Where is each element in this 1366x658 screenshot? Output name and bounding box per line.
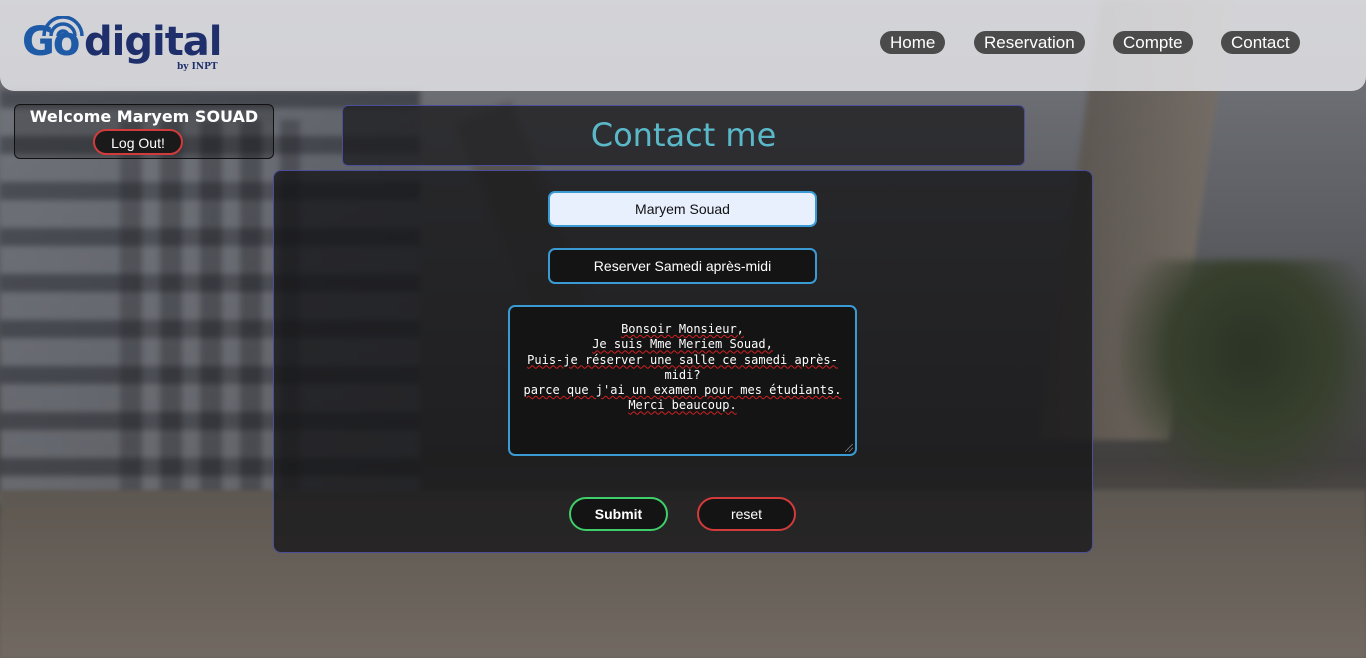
message-textarea[interactable]: Bonsoir Monsieur, Je suis Mme Meriem Sou… — [508, 305, 857, 456]
submit-button[interactable]: Submit — [569, 497, 668, 531]
top-header: Go digital by INPT Home Reservation Comp… — [0, 0, 1366, 91]
page-title-box: Contact me — [342, 105, 1025, 166]
message-line-4-text: midi? — [664, 367, 701, 382]
message-line-2-text: Je suis Mme Meriem Souad, — [592, 337, 773, 352]
message-line-6-text: Merci beaucoup. — [628, 398, 737, 413]
message-line-3-text: Puis-je réserver une salle ce samedi apr… — [527, 352, 838, 367]
nav-compte[interactable]: Compte — [1113, 31, 1193, 54]
subject-input[interactable]: Reserver Samedi après-midi — [548, 248, 817, 284]
nav-reservation[interactable]: Reservation — [974, 31, 1085, 54]
message-line-6: Merci beaucoup. — [520, 398, 845, 413]
logo-by-text: by INPT — [177, 62, 218, 72]
reset-button[interactable]: reset — [697, 497, 796, 531]
message-line-5: parce que j'ai un examen pour mes étudia… — [520, 383, 845, 398]
welcome-text: Welcome Maryem SOUAD — [29, 107, 259, 126]
name-input[interactable]: Maryem Souad — [548, 191, 817, 227]
nav-home[interactable]: Home — [880, 31, 946, 54]
message-line-2: Je suis Mme Meriem Souad, — [520, 337, 845, 352]
resize-handle-icon[interactable] — [845, 444, 853, 452]
welcome-panel: Welcome Maryem SOUAD Log Out! — [14, 104, 274, 159]
message-line-1-text: Bonsoir Monsieur, — [621, 322, 744, 336]
main-nav: Home Reservation Compte Contact — [0, 31, 1366, 54]
message-line-4: midi? — [520, 368, 845, 383]
message-line-5-text: parce que j'ai un examen pour mes étudia… — [523, 383, 842, 398]
logout-button[interactable]: Log Out! — [93, 129, 183, 155]
page-title: Contact me — [590, 116, 777, 154]
message-line-1: Bonsoir Monsieur, — [520, 322, 845, 337]
message-line-3: Puis-je réserver une salle ce samedi apr… — [520, 353, 845, 368]
nav-contact[interactable]: Contact — [1221, 31, 1300, 54]
